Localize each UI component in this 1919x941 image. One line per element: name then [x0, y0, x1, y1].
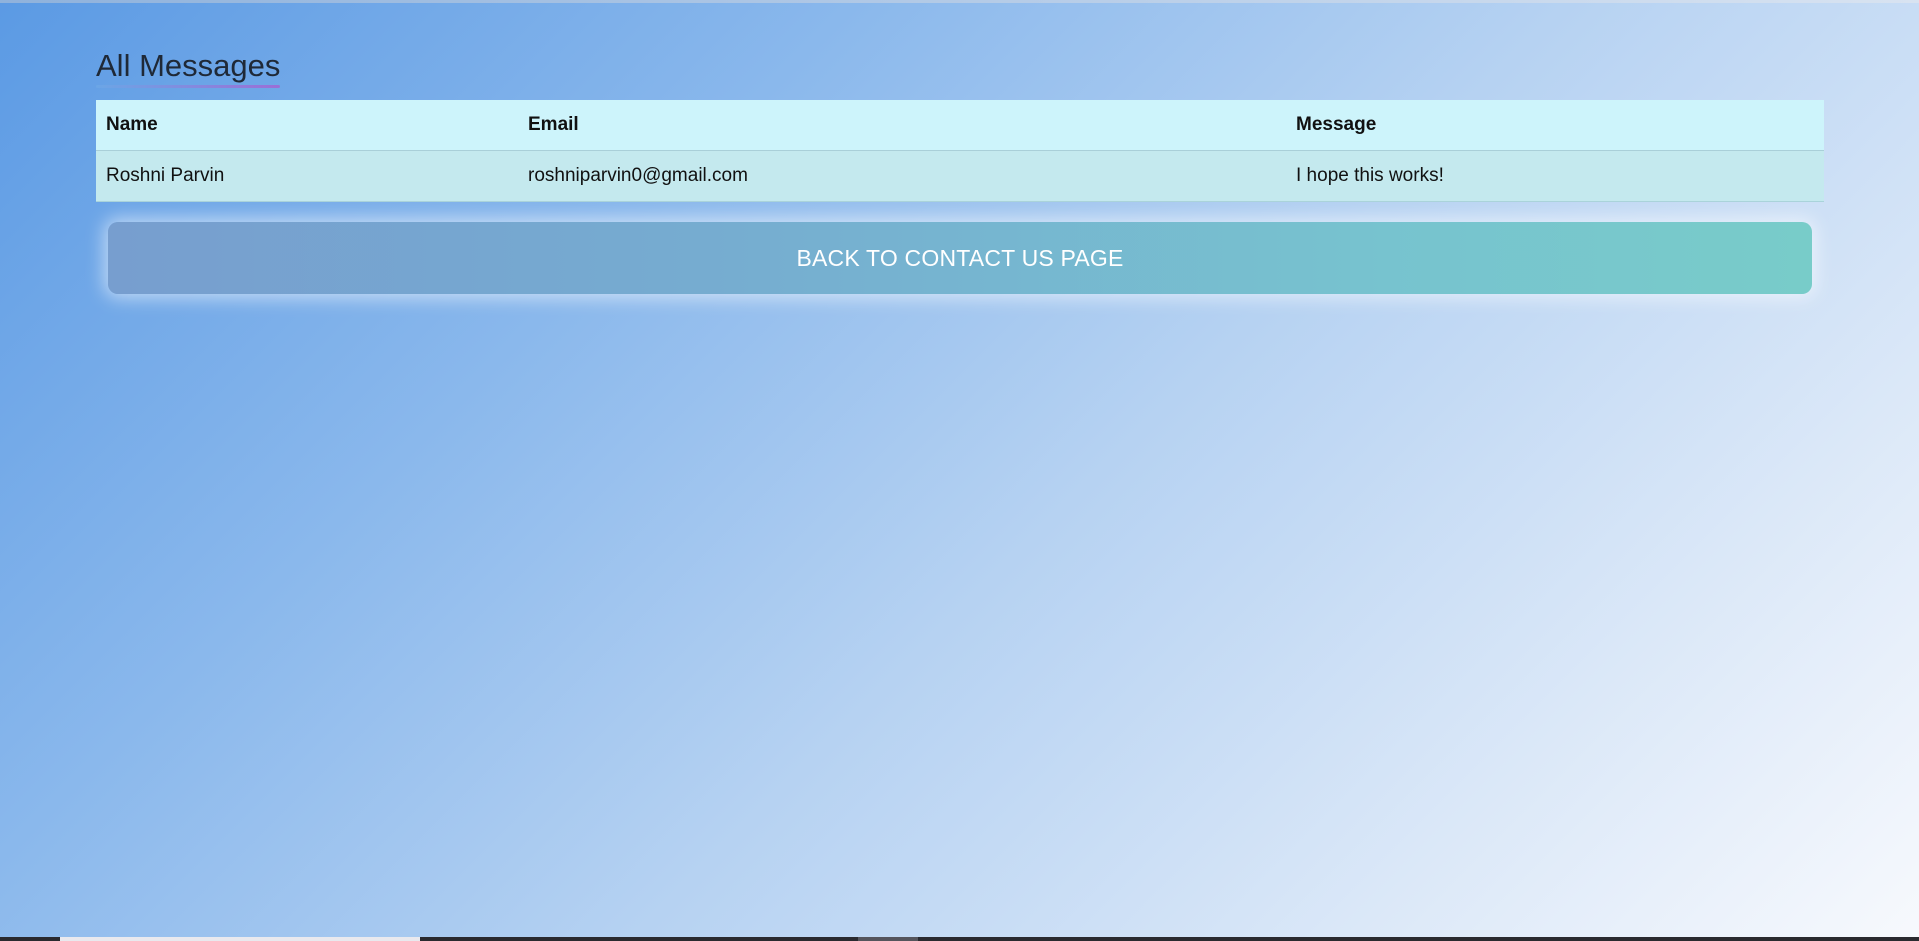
cell-message: I hope this works! [1286, 150, 1824, 202]
page-title: All Messages [96, 48, 281, 88]
messages-page: All Messages Name Email Message Roshni P… [96, 48, 1824, 294]
page-title-text: All Messages [96, 48, 281, 83]
taskbar-segment [858, 937, 918, 941]
taskbar-active-segment [60, 937, 420, 941]
table-header-row: Name Email Message [96, 100, 1824, 151]
messages-table: Name Email Message Roshni Parvin roshnip… [96, 100, 1824, 202]
window-top-border [0, 0, 1919, 3]
column-header-name: Name [96, 100, 518, 151]
title-underline [96, 85, 281, 88]
column-header-message: Message [1286, 100, 1824, 151]
table-row: Roshni Parvin roshniparvin0@gmail.com I … [96, 150, 1824, 202]
cell-name: Roshni Parvin [96, 150, 518, 202]
column-header-email: Email [518, 100, 1286, 151]
back-to-contact-button[interactable]: BACK TO CONTACT US PAGE [108, 222, 1812, 294]
cell-email: roshniparvin0@gmail.com [518, 150, 1286, 202]
taskbar-strip [0, 937, 1919, 941]
